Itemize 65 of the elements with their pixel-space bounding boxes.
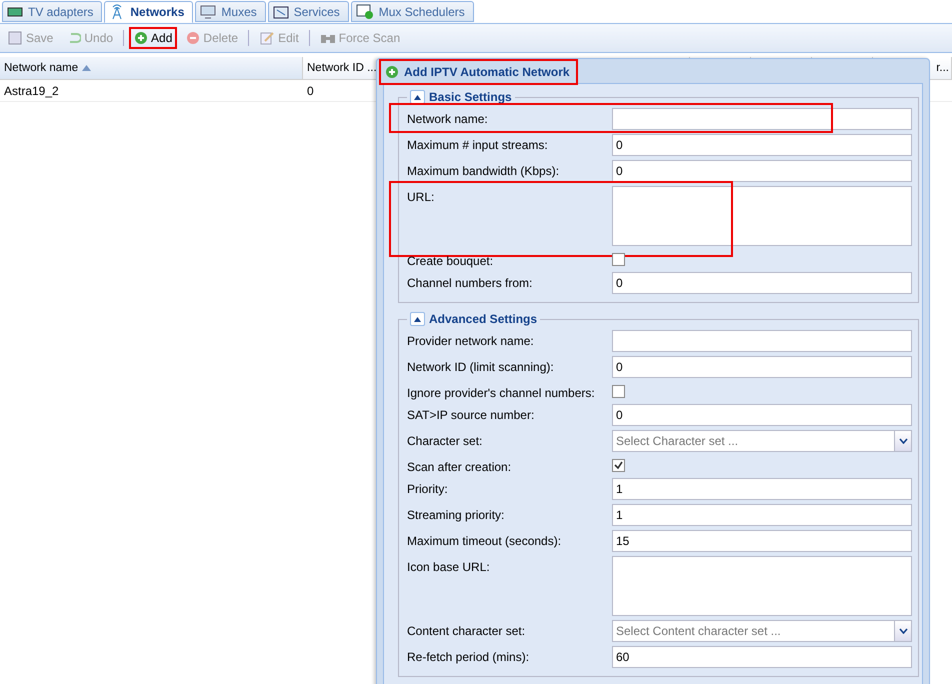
text-field[interactable] [612, 108, 912, 130]
field-label: Character set: [407, 433, 484, 448]
monitor-icon [200, 4, 216, 18]
field-label: Maximum # input streams: [407, 137, 549, 152]
toolbar-button[interactable]: Add [129, 27, 178, 49]
field-label: Priority: [407, 481, 449, 496]
field-label: Content character set: [407, 623, 526, 638]
dropdown-button[interactable] [894, 431, 911, 451]
select-field[interactable]: Select Content character set ... [612, 620, 912, 642]
collapse-button[interactable] [410, 312, 425, 326]
collapse-button[interactable] [410, 90, 425, 104]
field-label: Provider network name: [407, 333, 535, 348]
field-label: Maximum bandwidth (Kbps): [407, 163, 560, 178]
add-icon [134, 31, 148, 45]
tab[interactable]: Muxes [195, 1, 266, 22]
text-field[interactable]: 0 [612, 160, 912, 182]
sort-ascending-icon [82, 65, 92, 71]
text-field[interactable]: 0 [612, 356, 912, 378]
text-field[interactable]: 0 [612, 404, 912, 426]
tab[interactable]: Services [268, 1, 349, 22]
field-label: Maximum timeout (seconds): [407, 533, 562, 548]
card-icon [7, 6, 23, 18]
field-label: Streaming priority: [407, 507, 506, 522]
column-header[interactable]: Network name [0, 57, 303, 79]
text-area[interactable] [612, 556, 912, 616]
undo-icon [67, 31, 82, 45]
field-label: Create bouquet: [407, 253, 494, 268]
chevron-down-icon [898, 628, 908, 634]
text-field[interactable]: 60 [612, 646, 912, 668]
checkbox[interactable] [612, 459, 625, 472]
floppy-icon [7, 30, 23, 46]
caret-icon [414, 94, 421, 100]
add-icon [385, 65, 399, 79]
checkbox[interactable] [612, 253, 625, 266]
table-cell-text: 0 [306, 82, 315, 100]
field-label: Re-fetch period (mins): [407, 649, 530, 664]
dropdown-button[interactable] [894, 621, 911, 641]
field-label: SAT>IP source number: [407, 407, 536, 422]
text-field[interactable]: 1 [612, 478, 912, 500]
remove-icon [186, 31, 200, 45]
field-label: Channel numbers from: [407, 275, 534, 290]
text-area[interactable] [612, 186, 912, 246]
text-field[interactable]: 0 [612, 134, 912, 156]
caret-icon [414, 316, 421, 322]
text-field[interactable]: 0 [612, 272, 912, 294]
tab[interactable]: Mux Schedulers [350, 1, 474, 22]
field-label: Network ID (limit scanning): [407, 359, 555, 374]
checkbox[interactable] [612, 385, 625, 398]
group-title: Advanced Settings [429, 312, 538, 326]
tab[interactable]: TV adapters [2, 1, 102, 22]
text-field[interactable]: 1 [612, 504, 912, 526]
text-field[interactable]: 15 [612, 530, 912, 552]
tab[interactable]: Networks [104, 1, 194, 23]
field-label: Network name: [407, 111, 489, 126]
field-label: Icon base URL: [407, 559, 491, 574]
table-cell-text: Astra19_2 [3, 82, 60, 100]
pencil-icon [259, 30, 276, 46]
dialog-title: Add IPTV Automatic Network [379, 59, 578, 85]
text-field[interactable] [612, 330, 912, 352]
chevron-down-icon [898, 438, 908, 444]
field-label: Ignore provider's channel numbers: [407, 385, 596, 400]
select-field[interactable]: Select Character set ... [612, 430, 912, 452]
group-title: Basic Settings [429, 90, 512, 104]
field-label: URL: [407, 189, 436, 204]
field-label: Scan after creation: [407, 459, 512, 474]
